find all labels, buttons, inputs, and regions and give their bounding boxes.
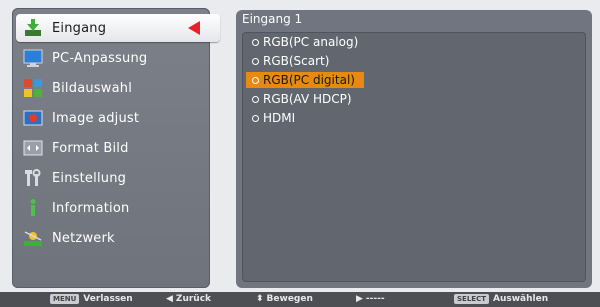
next-label: ----- [365, 294, 385, 304]
settings-tools-icon [22, 168, 44, 188]
submenu-title: Eingang 1 [242, 12, 303, 26]
option-rgb-pc-digital[interactable]: RGB(PC digital) [246, 72, 364, 88]
menu-item-label: Netzwerk [52, 230, 115, 246]
picture-select-icon [22, 78, 44, 98]
main-menu: Eingang PC-Anpassung Bildauswahl Image a… [12, 8, 220, 288]
option-label: HDMI [263, 111, 296, 125]
radio-dot-icon [252, 95, 259, 103]
menu-item-label: Eingang [52, 20, 107, 36]
option-rgb-av-hdcp[interactable]: RGB(AV HDCP) [246, 91, 364, 107]
select-hint: SELECT Auswählen [454, 294, 548, 304]
exit-label: Verlassen [83, 294, 133, 304]
image-adjust-icon [22, 108, 44, 128]
move-label: Bewegen [266, 294, 313, 304]
next-arrow-icon: ▶ [356, 294, 363, 304]
move-hint: ⬍ Bewegen [256, 294, 313, 304]
menu-item-netzwerk[interactable]: Netzwerk [16, 224, 206, 252]
monitor-icon [22, 48, 44, 68]
menu-item-eingang[interactable]: Eingang [16, 14, 220, 42]
option-list: RGB(PC analog) RGB(Scart) RGB(PC digital… [242, 32, 586, 282]
submenu-panel: Eingang 1 RGB(PC analog) RGB(Scart) RGB(… [236, 10, 592, 288]
next-hint: ▶ ----- [356, 294, 385, 304]
back-label: Zurück [175, 294, 212, 304]
active-marker-icon [188, 21, 200, 35]
option-label: RGB(PC analog) [263, 35, 359, 49]
option-hdmi[interactable]: HDMI [246, 110, 364, 126]
menu-item-format-bild[interactable]: Format Bild [16, 134, 206, 162]
option-rgb-scart[interactable]: RGB(Scart) [246, 53, 364, 69]
option-label: RGB(PC digital) [263, 73, 355, 87]
screen-format-icon [22, 138, 44, 158]
key-guide-bar: MENU Verlassen ◀ Zurück ⬍ Bewegen ▶ ----… [0, 292, 600, 307]
menu-item-bildauswahl[interactable]: Bildauswahl [16, 74, 206, 102]
option-label: RGB(Scart) [263, 54, 330, 68]
back-arrow-icon: ◀ [166, 294, 173, 304]
menu-item-label: Image adjust [52, 110, 140, 126]
network-icon [22, 228, 44, 248]
radio-dot-icon [252, 38, 259, 46]
option-rgb-pc-analog[interactable]: RGB(PC analog) [246, 34, 364, 50]
menu-item-information[interactable]: Information [16, 194, 206, 222]
menu-item-label: PC-Anpassung [52, 50, 148, 66]
select-key-badge: SELECT [454, 294, 489, 304]
menu-item-label: Information [52, 200, 130, 216]
menu-item-label: Format Bild [52, 140, 129, 156]
menu-item-image-adjust[interactable]: Image adjust [16, 104, 206, 132]
input-arrow-icon [22, 18, 44, 38]
menu-item-einstellung[interactable]: Einstellung [16, 164, 206, 192]
info-icon [22, 198, 44, 218]
radio-dot-icon [252, 114, 259, 122]
radio-dot-icon [252, 76, 259, 84]
menu-item-pc-anpassung[interactable]: PC-Anpassung [16, 44, 206, 72]
menu-key-badge: MENU [50, 294, 80, 304]
menu-item-label: Einstellung [52, 170, 127, 186]
back-hint: ◀ Zurück [166, 294, 211, 304]
select-label: Auswählen [492, 294, 549, 304]
move-arrows-icon: ⬍ [256, 294, 264, 304]
menu-item-label: Bildauswahl [52, 80, 133, 96]
option-label: RGB(AV HDCP) [263, 92, 352, 106]
radio-dot-icon [252, 57, 259, 65]
exit-hint: MENU Verlassen [50, 294, 133, 304]
